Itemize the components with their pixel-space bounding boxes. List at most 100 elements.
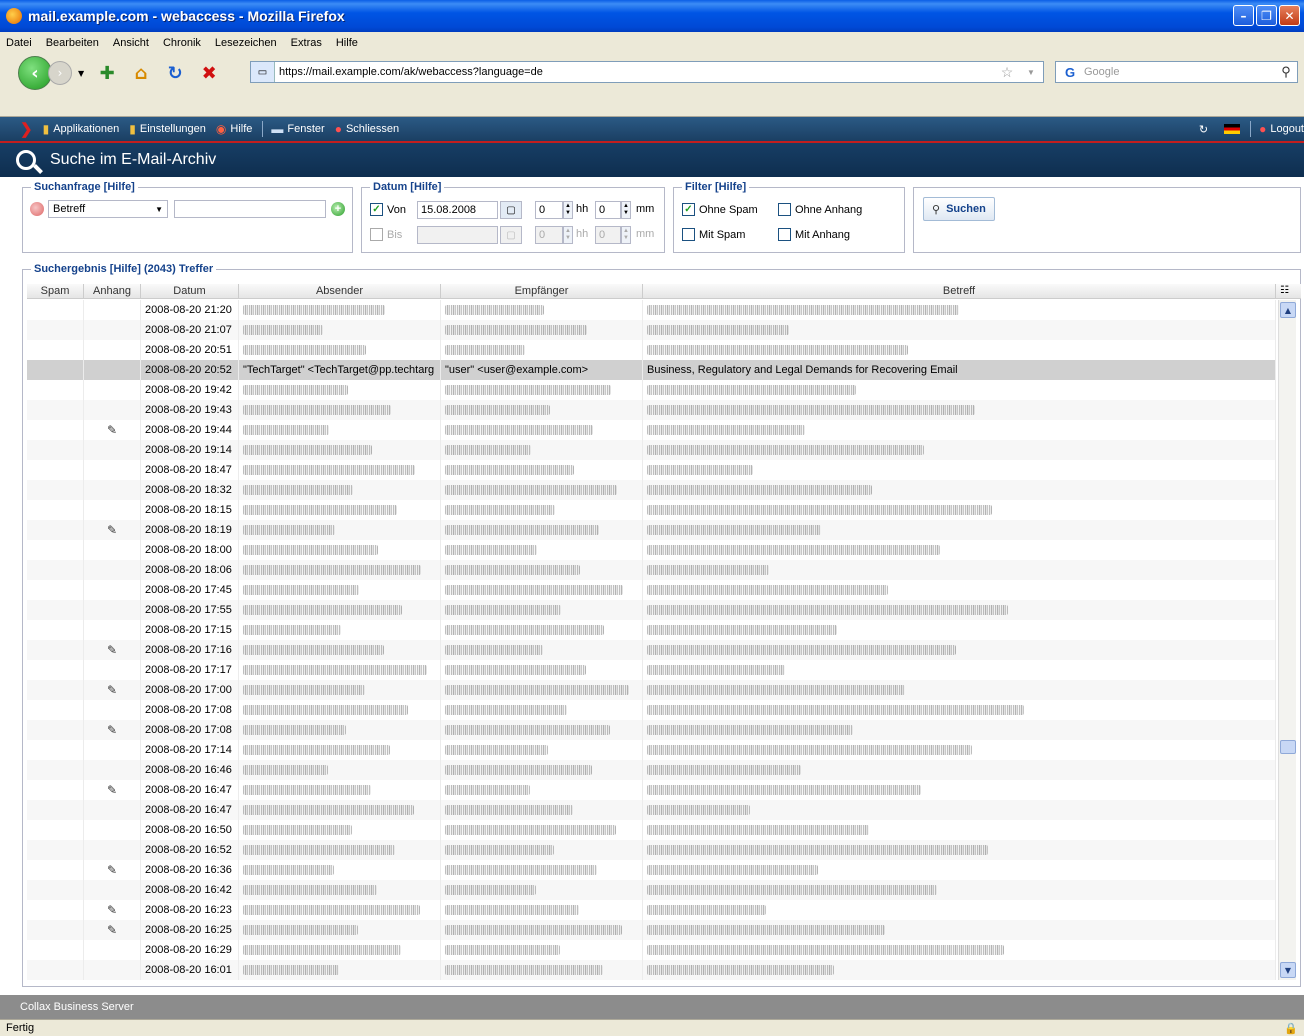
table-row[interactable]: ✎ 2008-08-20 18:19 [27, 520, 1276, 540]
url-dropdown-icon[interactable]: ▼ [1019, 68, 1043, 77]
web-search-box[interactable]: G Google ⚲ [1055, 61, 1298, 83]
table-row[interactable]: 2008-08-20 18:00 [27, 540, 1276, 560]
filter-legend[interactable]: Filter [Hilfe] [682, 181, 749, 193]
to-hour-spinner[interactable]: ▲ ▼ [563, 226, 573, 244]
minimize-button[interactable]: – [1233, 5, 1254, 26]
from-hour-spinner[interactable]: ▲ ▼ [563, 201, 573, 219]
table-row[interactable]: 2008-08-20 16:46 [27, 760, 1276, 780]
results-scrollbar[interactable]: ▲ ▼ [1278, 300, 1296, 980]
menu-hilfe[interactable]: Hilfe [336, 37, 366, 49]
table-row[interactable]: 2008-08-20 21:07 [27, 320, 1276, 340]
lock-icon[interactable]: 🔒 [1284, 1021, 1298, 1036]
table-row[interactable]: 2008-08-20 19:14 [27, 440, 1276, 460]
column-header-datum[interactable]: Datum [141, 284, 239, 298]
table-row[interactable]: 2008-08-20 18:06 [27, 560, 1276, 580]
url-bar[interactable]: ▭ https://mail.example.com/ak/webaccess?… [250, 61, 1044, 83]
column-header-empfaenger[interactable]: Empfänger [441, 284, 643, 298]
table-row[interactable]: ✎ 2008-08-20 17:00 [27, 680, 1276, 700]
table-row[interactable]: 2008-08-20 16:50 [27, 820, 1276, 840]
table-row[interactable]: 2008-08-20 18:15 [27, 500, 1276, 520]
toolbar-schliessen[interactable]: ● Schliessen [335, 122, 399, 136]
results-legend[interactable]: Suchergebnis [Hilfe] (2043) Treffer [31, 263, 216, 275]
stop-icon[interactable]: ✖ [198, 62, 220, 84]
scroll-down-button[interactable]: ▼ [1280, 962, 1296, 978]
table-row[interactable]: ✎ 2008-08-20 16:36 [27, 860, 1276, 880]
back-button[interactable]: ‹ [18, 56, 52, 90]
table-row[interactable]: 2008-08-20 20:51 [27, 340, 1276, 360]
history-dropdown-icon[interactable]: ▼ [78, 69, 84, 78]
column-header-betreff[interactable]: Betreff [643, 284, 1276, 298]
table-row[interactable]: ✎ 2008-08-20 16:25 [27, 920, 1276, 940]
query-legend[interactable]: Suchanfrage [Hilfe] [31, 181, 138, 193]
site-identity-icon[interactable]: ▭ [251, 62, 275, 82]
date-legend[interactable]: Datum [Hilfe] [370, 181, 444, 193]
table-row[interactable]: 2008-08-20 19:42 [27, 380, 1276, 400]
column-header-absender[interactable]: Absender [239, 284, 441, 298]
scroll-thumb[interactable] [1280, 740, 1296, 754]
from-date-input[interactable]: 15.08.2008 [417, 201, 498, 219]
table-row[interactable]: 2008-08-20 16:29 [27, 940, 1276, 960]
to-minute-spinner[interactable]: ▲ ▼ [621, 226, 631, 244]
menu-datei[interactable]: Datei [6, 37, 40, 49]
toolbar-applikationen[interactable]: ▮ Applikationen [43, 122, 120, 136]
refresh-icon[interactable]: ↻ [1199, 123, 1208, 136]
menu-bearbeiten[interactable]: Bearbeiten [46, 37, 107, 49]
query-field-select[interactable]: Betreff ▼ [48, 200, 168, 218]
table-row[interactable]: ✎ 2008-08-20 17:16 [27, 640, 1276, 660]
table-row[interactable]: 2008-08-20 16:47 [27, 800, 1276, 820]
table-row[interactable]: 2008-08-20 17:08 [27, 700, 1276, 720]
toolbar-hilfe[interactable]: ◉ Hilfe [216, 122, 253, 136]
reload-icon[interactable]: ↻ [164, 62, 186, 84]
language-flag-icon[interactable] [1224, 124, 1241, 134]
filter-mit-anhang[interactable]: Mit Anhang [778, 228, 850, 241]
menu-chronik[interactable]: Chronik [163, 37, 209, 49]
column-menu-icon[interactable]: ☷ [1280, 285, 1289, 296]
query-value-input[interactable] [174, 200, 326, 218]
from-minute-input[interactable]: 0 [595, 201, 621, 219]
table-row[interactable]: 2008-08-20 16:52 [27, 840, 1276, 860]
filter-ohne-anhang[interactable]: Ohne Anhang [778, 203, 862, 216]
table-row[interactable]: 2008-08-20 17:55 [27, 600, 1276, 620]
table-row[interactable]: 2008-08-20 19:43 [27, 400, 1276, 420]
scroll-up-button[interactable]: ▲ [1280, 302, 1296, 318]
to-minute-input[interactable]: 0 [595, 226, 621, 244]
table-row[interactable]: ✎ 2008-08-20 17:08 [27, 720, 1276, 740]
search-placeholder[interactable]: Google [1084, 66, 1275, 78]
menu-ansicht[interactable]: Ansicht [113, 37, 157, 49]
filter-mit-spam[interactable]: Mit Spam [682, 228, 745, 241]
from-calendar-button[interactable]: ▢ [500, 201, 522, 219]
table-row[interactable]: 2008-08-20 17:14 [27, 740, 1276, 760]
table-row[interactable]: 2008-08-20 17:45 [27, 580, 1276, 600]
menu-extras[interactable]: Extras [291, 37, 330, 49]
table-row[interactable]: 2008-08-20 17:15 [27, 620, 1276, 640]
to-calendar-button[interactable]: ▢ [500, 226, 522, 244]
filter-ohne-spam[interactable]: ✓ Ohne Spam [682, 203, 758, 216]
search-button[interactable]: ⚲ Suchen [923, 197, 995, 221]
from-minute-spinner[interactable]: ▲ ▼ [621, 201, 631, 219]
table-row[interactable]: ✎ 2008-08-20 16:23 [27, 900, 1276, 920]
forward-button[interactable]: › [48, 61, 72, 85]
bookmark-star-icon[interactable]: ☆ [995, 64, 1019, 81]
table-row[interactable]: 2008-08-20 16:42 [27, 880, 1276, 900]
table-row[interactable]: 2008-08-20 21:20 [27, 300, 1276, 320]
table-row[interactable]: 2008-08-20 18:47 [27, 460, 1276, 480]
from-checkbox[interactable]: ✓ Von [370, 203, 406, 216]
table-row[interactable]: 2008-08-20 18:32 [27, 480, 1276, 500]
column-header-spam[interactable]: Spam [27, 284, 84, 298]
toolbar-einstellungen[interactable]: ▮ Einstellungen [129, 122, 206, 136]
url-text[interactable]: https://mail.example.com/ak/webaccess?la… [279, 66, 995, 78]
toolbar-fenster[interactable]: ▬ Fenster [271, 122, 324, 136]
close-window-button[interactable]: ✕ [1279, 5, 1300, 26]
from-hour-input[interactable]: 0 [535, 201, 563, 219]
new-bookmark-icon[interactable]: ✚ [96, 62, 118, 84]
table-row[interactable]: ✎ 2008-08-20 16:47 [27, 780, 1276, 800]
menu-lesezeichen[interactable]: Lesezeichen [215, 37, 285, 49]
search-icon[interactable]: ⚲ [1275, 64, 1297, 80]
to-date-input[interactable] [417, 226, 498, 244]
remove-condition-button[interactable] [30, 202, 44, 216]
table-row[interactable]: 2008-08-20 17:17 [27, 660, 1276, 680]
column-header-anhang[interactable]: Anhang [84, 284, 141, 298]
home-icon[interactable]: ⌂ [130, 62, 152, 84]
maximize-button[interactable]: ❐ [1256, 5, 1277, 26]
table-row[interactable]: ✎ 2008-08-20 19:44 [27, 420, 1276, 440]
